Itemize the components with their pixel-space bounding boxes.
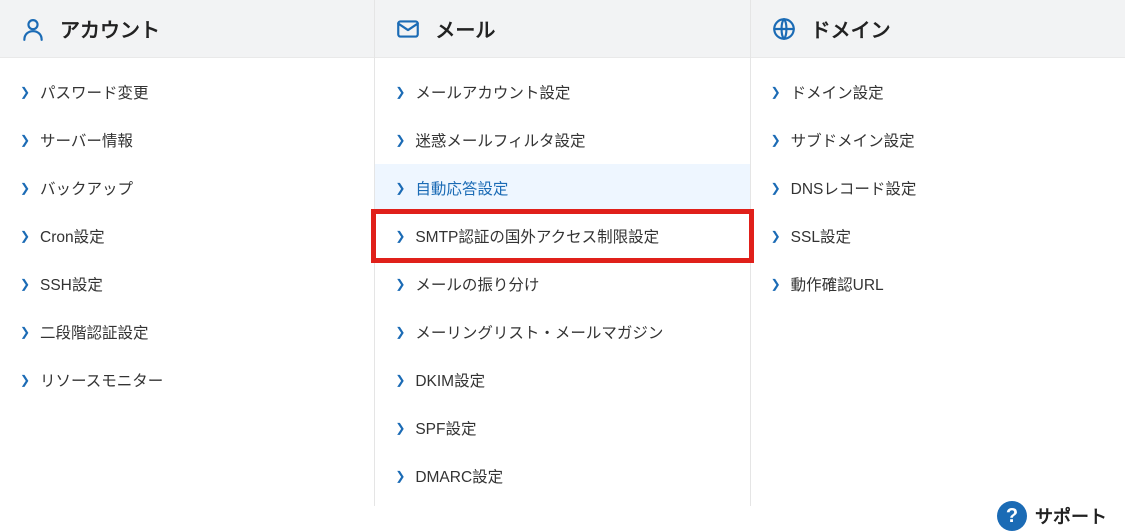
menu-item-label: DKIM設定 [415, 369, 485, 391]
control-panel-columns: アカウント ❯ パスワード変更 ❯ サーバー情報 ❯ バックアップ ❯ Cron設定 ❯ SSH設定… [0, 0, 1125, 506]
panel-title: ドメイン [811, 14, 891, 43]
menu-item-label: サーバー情報 [40, 129, 133, 151]
menu-item[interactable]: ❯ サーバー情報 [0, 116, 374, 164]
menu-item-label: 二段階認証設定 [40, 321, 149, 343]
support-icon: ? [997, 501, 1027, 531]
menu-item-label: DNSレコード設定 [791, 177, 917, 199]
menu-item[interactable]: ❯ Cron設定 [0, 212, 374, 260]
menu-item[interactable]: ❯ メーリングリスト・メールマガジン [375, 308, 749, 356]
chevron-right-icon: ❯ [20, 86, 30, 98]
chevron-right-icon: ❯ [20, 374, 30, 386]
menu-item-label: Cron設定 [40, 225, 105, 247]
panel-header-domain: ドメイン [751, 0, 1125, 58]
menu-item[interactable]: ❯ 動作確認URL [751, 260, 1125, 308]
chevron-right-icon: ❯ [20, 182, 30, 194]
menu-item[interactable]: ❯ SPF設定 [375, 404, 749, 452]
panel-header-account: アカウント [0, 0, 374, 58]
support-fab[interactable]: ? サポート [997, 501, 1107, 531]
menu-item[interactable]: ❯ メールの振り分け [375, 260, 749, 308]
menu-list-account: ❯ パスワード変更 ❯ サーバー情報 ❯ バックアップ ❯ Cron設定 ❯ SSH設定 ❯ 二段階認… [0, 58, 374, 410]
menu-item-label: SMTP認証の国外アクセス制限設定 [415, 225, 659, 247]
menu-item[interactable]: ❯ 自動応答設定 [375, 164, 749, 212]
menu-item-label: 自動応答設定 [415, 177, 508, 199]
chevron-right-icon: ❯ [395, 374, 405, 386]
chevron-right-icon: ❯ [771, 86, 781, 98]
menu-item[interactable]: ❯ メールアカウント設定 [375, 68, 749, 116]
mail-icon [395, 16, 421, 42]
chevron-right-icon: ❯ [395, 134, 405, 146]
chevron-right-icon: ❯ [771, 134, 781, 146]
chevron-right-icon: ❯ [395, 326, 405, 338]
panel-domain: ドメイン ❯ ドメイン設定 ❯ サブドメイン設定 ❯ DNSレコード設定 ❯ SSL設定 ❯ 動作確… [750, 0, 1125, 506]
menu-item[interactable]: ❯ パスワード変更 [0, 68, 374, 116]
chevron-right-icon: ❯ [771, 230, 781, 242]
menu-item-label: リソースモニター [40, 369, 163, 391]
menu-item-label: メールの振り分け [415, 273, 539, 295]
menu-item-label: 迷惑メールフィルタ設定 [415, 129, 585, 151]
chevron-right-icon: ❯ [395, 230, 405, 242]
menu-item[interactable]: ❯ SSL設定 [751, 212, 1125, 260]
chevron-right-icon: ❯ [395, 86, 405, 98]
globe-icon [771, 16, 797, 42]
menu-item-label: SSH設定 [40, 273, 103, 295]
panel-header-mail: メール [375, 0, 749, 58]
panel-mail: メール ❯ メールアカウント設定 ❯ 迷惑メールフィルタ設定 ❯ 自動応答設定 ❯ SMTP認証… [374, 0, 749, 506]
chevron-right-icon: ❯ [395, 470, 405, 482]
menu-item-label: メーリングリスト・メールマガジン [415, 321, 663, 343]
menu-item[interactable]: ❯ DMARC設定 [375, 452, 749, 500]
menu-item[interactable]: ❯ バックアップ [0, 164, 374, 212]
menu-item-label: 動作確認URL [791, 273, 884, 295]
menu-item-label: バックアップ [40, 177, 133, 199]
panel-account: アカウント ❯ パスワード変更 ❯ サーバー情報 ❯ バックアップ ❯ Cron設定 ❯ SSH設定… [0, 0, 374, 506]
menu-item[interactable]: ❯ 迷惑メールフィルタ設定 [375, 116, 749, 164]
menu-item-label: ドメイン設定 [791, 81, 884, 103]
chevron-right-icon: ❯ [20, 278, 30, 290]
menu-item-label: SSL設定 [791, 225, 851, 247]
menu-item[interactable]: ❯ ドメイン設定 [751, 68, 1125, 116]
panel-title: メール [435, 14, 495, 43]
chevron-right-icon: ❯ [771, 278, 781, 290]
menu-item-label: SPF設定 [415, 417, 476, 439]
menu-item[interactable]: ❯ SMTP認証の国外アクセス制限設定 [375, 212, 749, 260]
menu-item-label: メールアカウント設定 [415, 81, 570, 103]
chevron-right-icon: ❯ [395, 422, 405, 434]
chevron-right-icon: ❯ [395, 278, 405, 290]
menu-item-label: パスワード変更 [40, 81, 149, 103]
menu-item[interactable]: ❯ DNSレコード設定 [751, 164, 1125, 212]
menu-item[interactable]: ❯ SSH設定 [0, 260, 374, 308]
user-icon [20, 16, 46, 42]
chevron-right-icon: ❯ [395, 182, 405, 194]
chevron-right-icon: ❯ [20, 134, 30, 146]
menu-list-domain: ❯ ドメイン設定 ❯ サブドメイン設定 ❯ DNSレコード設定 ❯ SSL設定 ❯ 動作確認URL [751, 58, 1125, 314]
panel-title: アカウント [60, 14, 160, 43]
chevron-right-icon: ❯ [771, 182, 781, 194]
support-label: サポート [1035, 503, 1107, 529]
menu-item-label: サブドメイン設定 [791, 129, 915, 151]
menu-item-label: DMARC設定 [415, 465, 503, 487]
chevron-right-icon: ❯ [20, 230, 30, 242]
menu-list-mail: ❯ メールアカウント設定 ❯ 迷惑メールフィルタ設定 ❯ 自動応答設定 ❯ SMTP認証の国外… [375, 58, 749, 506]
menu-item[interactable]: ❯ 二段階認証設定 [0, 308, 374, 356]
menu-item[interactable]: ❯ リソースモニター [0, 356, 374, 404]
menu-item[interactable]: ❯ DKIM設定 [375, 356, 749, 404]
menu-item[interactable]: ❯ サブドメイン設定 [751, 116, 1125, 164]
chevron-right-icon: ❯ [20, 326, 30, 338]
